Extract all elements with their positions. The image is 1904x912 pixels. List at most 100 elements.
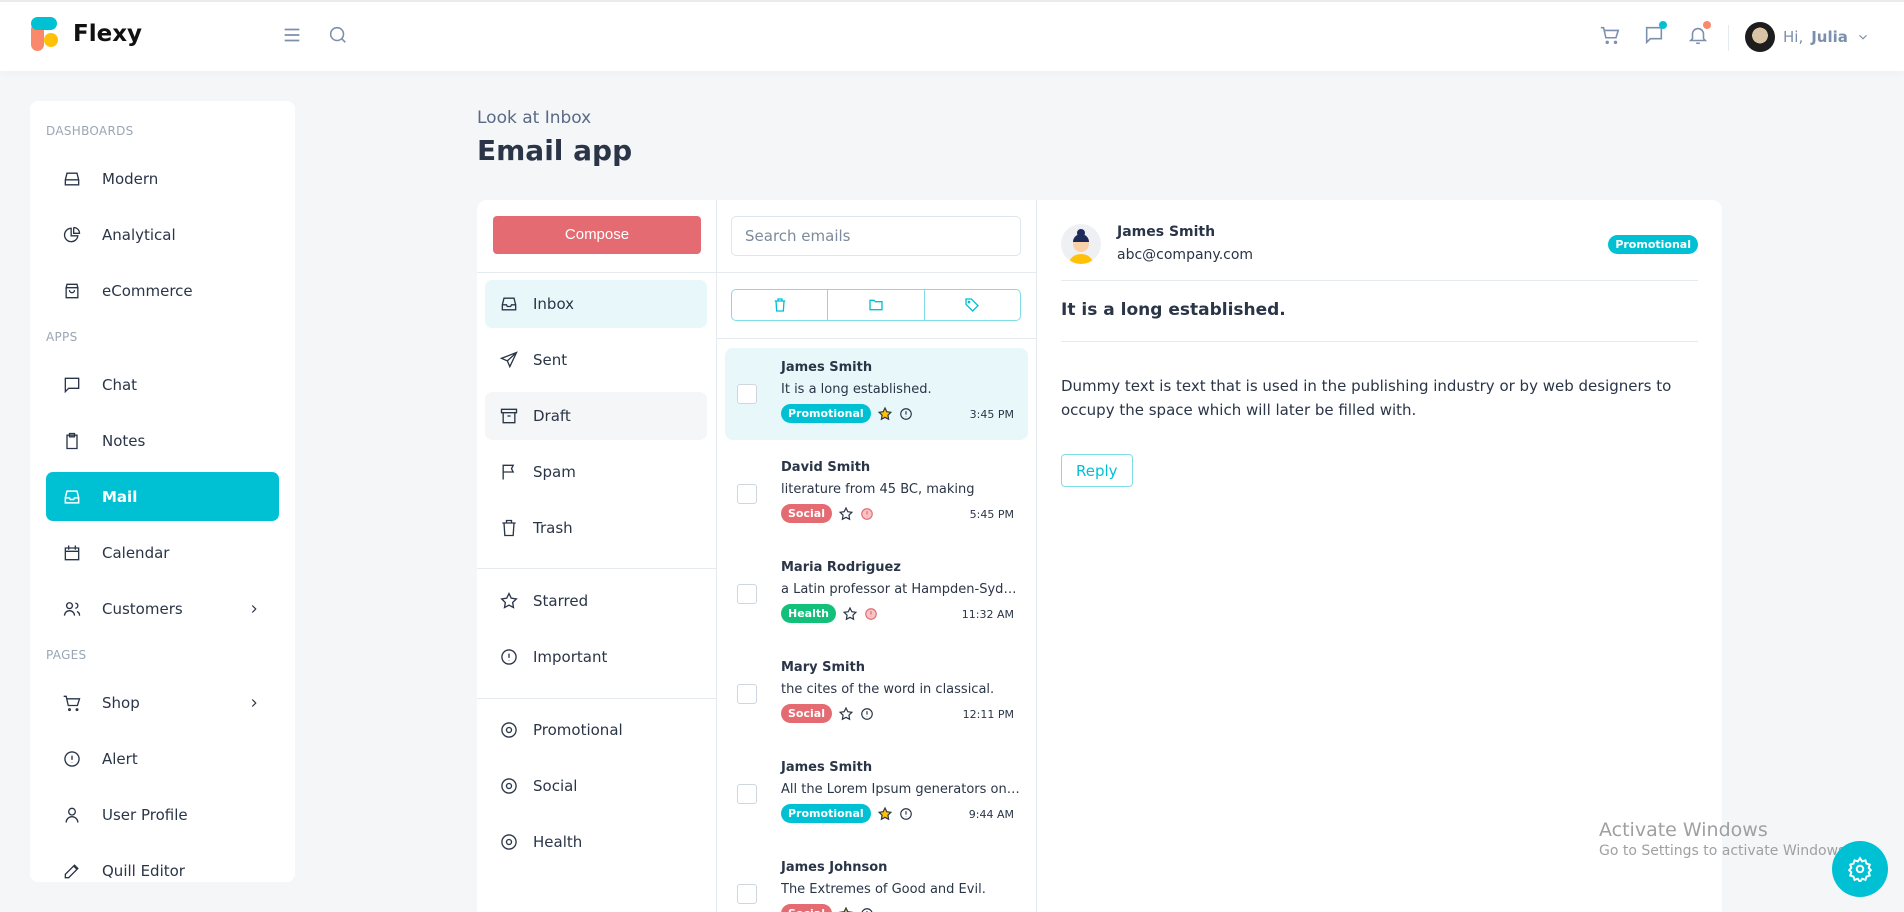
important-icon[interactable] <box>860 707 874 721</box>
bulk-actions <box>731 289 1021 321</box>
email-checkbox[interactable] <box>737 684 757 704</box>
alert-icon <box>62 749 84 769</box>
folder-starred[interactable]: Starred <box>485 577 707 625</box>
logo[interactable]: Flexy <box>31 17 142 51</box>
search-button[interactable] <box>327 24 349 46</box>
email-checkbox[interactable] <box>737 584 757 604</box>
starred-icon <box>499 591 519 611</box>
sidebar-item-label: Alert <box>102 749 138 768</box>
folder-social[interactable]: Social <box>485 762 707 810</box>
label-badge: Promotional <box>781 404 871 423</box>
email-subject: It is a long established. <box>1061 300 1286 320</box>
message-icon <box>62 375 84 395</box>
message-badge-dot <box>1659 21 1667 29</box>
star-icon[interactable] <box>838 906 854 912</box>
delete-button[interactable] <box>732 290 829 320</box>
email-list-item[interactable]: Maria Rodriguez a Latin professor at Hamp… <box>725 548 1028 640</box>
sidebar-item-label: eCommerce <box>102 281 193 300</box>
shopping-bag-icon <box>62 281 84 301</box>
social-icon <box>499 776 519 796</box>
search-emails-input[interactable] <box>731 216 1021 256</box>
sidebar-item-label: Notes <box>102 431 146 450</box>
email-subject: literature from 45 BC, making <box>781 482 975 497</box>
star-icon[interactable] <box>842 606 858 622</box>
sidebar-item-analytical[interactable]: Analytical <box>46 210 279 259</box>
email-checkbox[interactable] <box>737 784 757 804</box>
settings-fab[interactable] <box>1832 841 1888 897</box>
sidebar-item-label: Chat <box>102 375 138 394</box>
sidebar-item-mail[interactable]: Mail <box>46 472 279 521</box>
chevron-down-icon <box>1858 34 1867 40</box>
sidebar-item-label: Calendar <box>102 543 170 562</box>
user-icon <box>62 805 84 825</box>
sidebar-item-customers[interactable]: Customers <box>46 584 279 633</box>
menu-toggle-button[interactable] <box>281 24 303 46</box>
email-list-item[interactable]: James Smith All the Lorem Ipsum generator… <box>725 748 1028 840</box>
email-checkbox[interactable] <box>737 484 757 504</box>
messages-button[interactable] <box>1643 21 1667 46</box>
section-dashboards: DASHBOARDS <box>46 124 134 138</box>
folder-trash[interactable]: Trash <box>485 504 707 552</box>
star-icon[interactable] <box>877 406 893 422</box>
star-icon[interactable] <box>877 806 893 822</box>
reply-button[interactable]: Reply <box>1061 454 1133 487</box>
folder-draft[interactable]: Draft <box>485 392 707 440</box>
avatar <box>1745 22 1775 52</box>
email-list-item[interactable]: David Smith literature from 45 BC, making… <box>725 448 1028 540</box>
folder-inbox[interactable]: Inbox <box>485 280 707 328</box>
watermark-title: Activate Windows <box>1599 819 1768 841</box>
star-icon[interactable] <box>838 506 854 522</box>
user-name: Julia <box>1811 28 1848 46</box>
important-icon[interactable] <box>899 807 913 821</box>
sidebar-item-label: Shop <box>102 693 140 712</box>
folder-important[interactable]: Important <box>485 633 707 681</box>
header-divider <box>1728 25 1729 51</box>
email-time: 9:44 AM <box>968 808 1014 821</box>
folder-sent[interactable]: Sent <box>485 336 707 384</box>
flexy-logo-icon <box>31 17 58 51</box>
folder-health[interactable]: Health <box>485 818 707 866</box>
notifications-button[interactable] <box>1687 21 1711 46</box>
sidebar-item-modern[interactable]: Modern <box>46 154 279 203</box>
divider <box>1061 341 1698 342</box>
email-sender: David Smith <box>781 460 871 475</box>
compose-button[interactable]: Compose <box>493 216 701 254</box>
important-icon[interactable] <box>860 507 874 521</box>
folder-panel: Compose Inbox Sent Draft Spam Trash Starred Im… <box>477 200 717 912</box>
sidebar-item-chat[interactable]: Chat <box>46 360 279 409</box>
cart-icon <box>62 693 84 713</box>
sidebar-item-user-profile[interactable]: User Profile <box>46 790 279 839</box>
email-list-item[interactable]: Mary Smith the cites of the word in class… <box>725 648 1028 740</box>
email-list-item[interactable]: James Johnson The Extremes of Good and Ev… <box>725 848 1028 912</box>
email-checkbox[interactable] <box>737 384 757 404</box>
trash-icon <box>499 518 519 538</box>
sender-avatar <box>1061 224 1101 264</box>
folder-spam[interactable]: Spam <box>485 448 707 496</box>
important-icon[interactable] <box>899 407 913 421</box>
label-button[interactable] <box>925 290 1020 320</box>
sidebar-item-notes[interactable]: Notes <box>46 416 279 465</box>
sidebar-item-label: User Profile <box>102 805 188 824</box>
folder-label: Inbox <box>533 295 575 313</box>
health-icon <box>499 832 519 852</box>
sidebar-item-label: Modern <box>102 169 159 188</box>
folder-promotional[interactable]: Promotional <box>485 706 707 754</box>
sidebar-item-alert[interactable]: Alert <box>46 734 279 783</box>
sidebar-item-calendar[interactable]: Calendar <box>46 528 279 577</box>
user-menu[interactable]: Hi, Julia <box>1745 22 1870 52</box>
clipboard-icon <box>62 431 84 451</box>
cart-button[interactable] <box>1599 24 1621 46</box>
sidebar-item-ecommerce[interactable]: eCommerce <box>46 266 279 315</box>
email-checkbox[interactable] <box>737 884 757 904</box>
important-icon[interactable] <box>864 607 878 621</box>
sidebar-item-quill-editor[interactable]: Quill Editor <box>46 846 279 882</box>
inbox-icon <box>62 169 84 189</box>
divider <box>717 272 1036 273</box>
important-icon[interactable] <box>860 907 874 912</box>
email-list-item[interactable]: James Smith It is a long established. Prom… <box>725 348 1028 440</box>
move-to-folder-button[interactable] <box>828 290 925 320</box>
email-time: 3:45 PM <box>969 408 1014 421</box>
label-badge: Social <box>781 904 832 912</box>
star-icon[interactable] <box>838 706 854 722</box>
sidebar-item-shop[interactable]: Shop <box>46 678 279 727</box>
